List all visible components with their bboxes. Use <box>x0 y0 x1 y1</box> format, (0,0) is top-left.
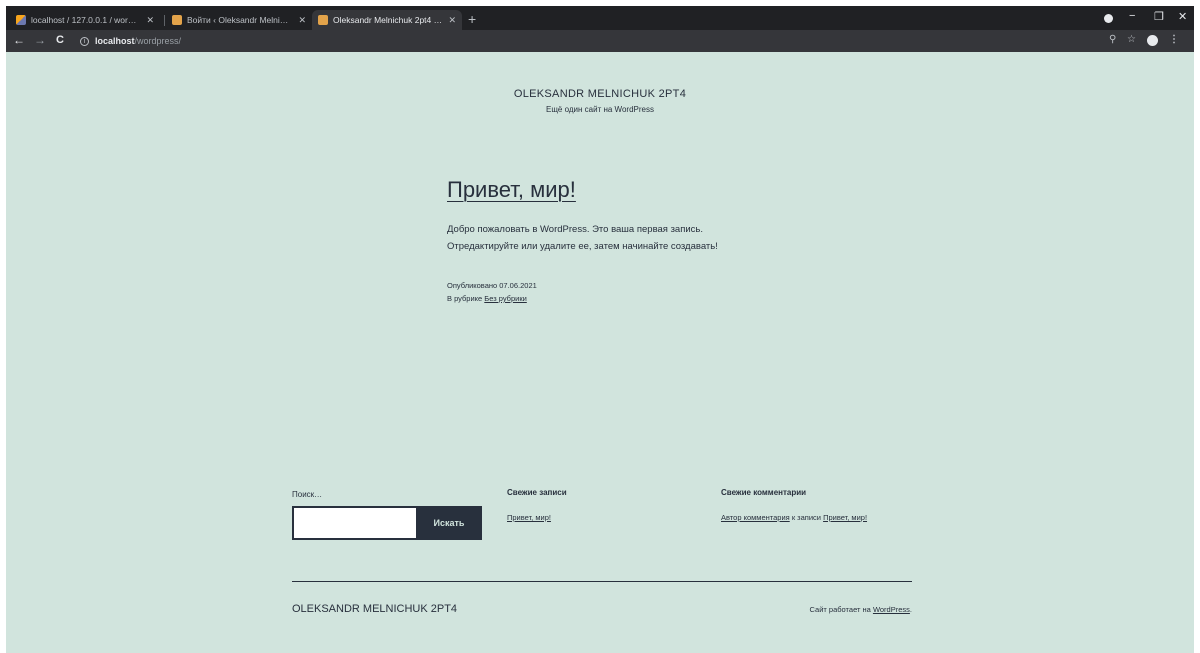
phpmyadmin-icon <box>16 15 26 25</box>
address-bar[interactable]: i localhost /wordpress/ <box>76 32 1108 50</box>
recent-comment-item: Автор комментария к записи Привет, мир! <box>721 513 867 522</box>
browser-toolbar: ← → C i localhost /wordpress/ ⚲ ☆ ⋮ <box>6 30 1194 52</box>
recent-comments-heading: Свежие комментарии <box>721 488 807 497</box>
recent-posts-heading: Свежие записи <box>507 488 567 497</box>
tab-phpmyadmin[interactable]: localhost / 127.0.0.1 / wordpress ✕ <box>10 10 160 30</box>
reload-button[interactable]: C <box>56 34 64 46</box>
post-category: В рубрике Без рубрики <box>447 294 527 303</box>
comment-connector: к записи <box>791 513 821 522</box>
zoom-icon[interactable]: ⚲ <box>1109 34 1116 45</box>
tab-divider <box>164 15 165 26</box>
tab-login[interactable]: Войти ‹ Oleksandr Melnichuk 2pt4 ✕ <box>166 10 312 30</box>
close-icon[interactable]: ✕ <box>146 15 154 26</box>
wordpress-link[interactable]: WordPress <box>873 605 910 614</box>
search-input[interactable] <box>292 506 418 540</box>
site-description: Ещё один сайт на WordPress <box>546 105 654 114</box>
browser-window: localhost / 127.0.0.1 / wordpress ✕ Войт… <box>6 6 1194 653</box>
footer-divider <box>292 581 912 582</box>
tab-bar: localhost / 127.0.0.1 / wordpress ✕ Войт… <box>6 6 1194 30</box>
tab-label: localhost / 127.0.0.1 / wordpress <box>31 15 141 25</box>
tab-label: Войти ‹ Oleksandr Melnichuk 2pt4 <box>187 15 292 25</box>
wordpress-icon <box>318 15 328 25</box>
close-icon[interactable]: ✕ <box>298 15 306 26</box>
post-title[interactable]: Привет, мир! <box>447 177 576 203</box>
incognito-profile-icon[interactable] <box>1104 14 1113 23</box>
search-button[interactable]: Искать <box>416 506 482 540</box>
site-title[interactable]: OLEKSANDR MELNICHUK 2PT4 <box>6 88 1194 100</box>
bookmark-star-icon[interactable]: ☆ <box>1127 34 1136 45</box>
browser-menu-icon[interactable]: ⋮ <box>1169 34 1179 45</box>
post-paragraph-2: Отредактируйте или удалите ее, затем нач… <box>447 241 718 252</box>
new-tab-button[interactable]: + <box>468 11 476 27</box>
url-path: /wordpress/ <box>134 36 182 46</box>
wordpress-icon <box>172 15 182 25</box>
category-link[interactable]: Без рубрики <box>484 294 527 303</box>
tab-site[interactable]: Oleksandr Melnichuk 2pt4 — Ещ ✕ <box>312 10 462 30</box>
powered-suffix: . <box>909 605 912 614</box>
post-published-date: Опубликовано 07.06.2021 <box>447 281 537 290</box>
search-label: Поиск… <box>292 490 323 499</box>
powered-by: Сайт работает на WordPress. <box>810 605 912 614</box>
close-window-button[interactable]: ✕ <box>1178 10 1187 23</box>
post-paragraph-1: Добро пожаловать в WordPress. Это ваша п… <box>447 224 704 235</box>
tab-label: Oleksandr Melnichuk 2pt4 — Ещ <box>333 15 443 25</box>
comment-post-link[interactable]: Привет, мир! <box>823 513 867 522</box>
profile-avatar-icon[interactable] <box>1147 35 1158 46</box>
back-button[interactable]: ← <box>13 33 25 47</box>
category-prefix: В рубрике <box>447 294 483 303</box>
restore-button[interactable]: ❐ <box>1154 10 1164 23</box>
powered-prefix: Сайт работает на <box>809 605 871 614</box>
close-icon[interactable]: ✕ <box>448 15 456 26</box>
footer-site-title[interactable]: OLEKSANDR MELNICHUK 2PT4 <box>292 603 457 615</box>
url-host: localhost <box>95 36 135 46</box>
minimize-button[interactable]: − <box>1129 10 1135 22</box>
site-info-icon[interactable]: i <box>80 36 89 46</box>
comment-author-link[interactable]: Автор комментария <box>721 513 790 522</box>
forward-button[interactable]: → <box>34 33 46 47</box>
recent-post-link[interactable]: Привет, мир! <box>507 513 551 522</box>
